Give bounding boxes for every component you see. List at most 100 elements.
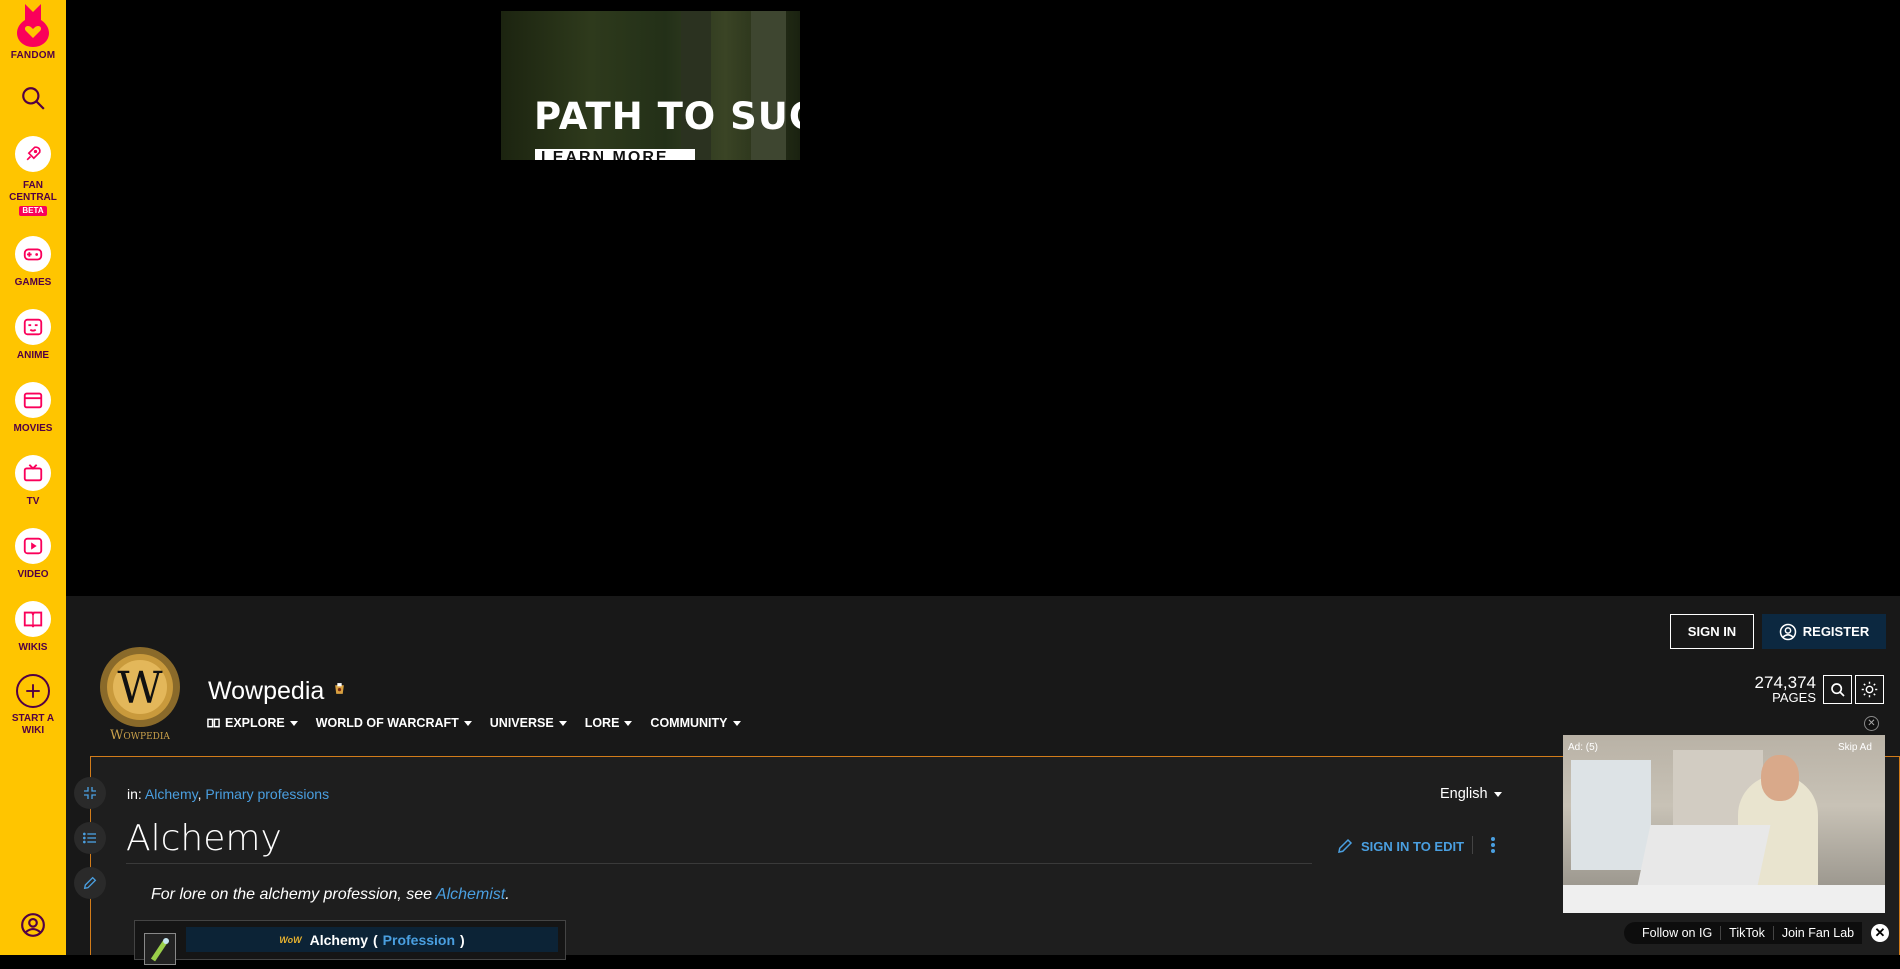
- infobox-header: WoW Alchemy ( Profession): [186, 927, 558, 952]
- nav-explore[interactable]: EXPLORE: [207, 716, 298, 730]
- rail-label: WIKIS: [18, 642, 48, 653]
- sun-icon: [1861, 681, 1878, 698]
- edit-label: SIGN IN TO EDIT: [1361, 838, 1465, 854]
- table-of-contents-button[interactable]: [74, 822, 106, 854]
- rail-item-fan-central[interactable]: FAN CENTRAL BETA: [0, 136, 66, 216]
- social-link-ig[interactable]: Follow on IG: [1634, 926, 1722, 940]
- nav-label: COMMUNITY: [650, 716, 728, 730]
- user-account-button[interactable]: [20, 912, 46, 943]
- top-banner-ad[interactable]: PATH TO SUCC LEARN MORE: [501, 11, 800, 160]
- fandom-heart-icon: [17, 4, 49, 47]
- ad-cta[interactable]: LEARN MORE: [535, 149, 695, 160]
- wow-badge: WoW: [279, 934, 302, 945]
- theme-toggle-button[interactable]: [1855, 675, 1884, 704]
- rail-item-wikis[interactable]: WIKIS: [15, 601, 51, 654]
- list-icon: [83, 832, 96, 844]
- nav-label: UNIVERSE: [489, 716, 554, 730]
- nav-community[interactable]: COMMUNITY: [650, 716, 741, 730]
- ad-headline: PATH TO SUCC: [534, 95, 800, 138]
- chevron-down-icon: [289, 720, 298, 726]
- close-social-bar-button[interactable]: ✕: [1871, 924, 1889, 942]
- rail-label: ANIME: [16, 350, 50, 361]
- rail-item-games[interactable]: GAMES: [14, 236, 52, 289]
- user-circle-icon: [1779, 623, 1797, 640]
- categories-prefix: in:: [127, 786, 142, 802]
- clapperboard-icon: [23, 392, 43, 409]
- infobox-title: Alchemy: [309, 931, 368, 948]
- social-link-fan-lab[interactable]: Join Fan Lab: [1774, 926, 1862, 940]
- language-selector[interactable]: English: [1440, 786, 1502, 802]
- close-ad-button[interactable]: ✕: [1864, 716, 1879, 731]
- chevron-down-icon: [624, 720, 633, 726]
- anime-face-icon: [23, 318, 43, 336]
- beta-badge: BETA: [19, 206, 47, 216]
- infobox-type-open: (: [372, 931, 378, 948]
- collapse-icon: [84, 787, 96, 799]
- gamepad-icon: [23, 248, 43, 261]
- ad-scene: [1571, 760, 1651, 870]
- rail-item-video[interactable]: VIDEO: [15, 528, 51, 581]
- social-link-tiktok[interactable]: TikTok: [1721, 926, 1774, 940]
- skip-ad-button[interactable]: Skip Ad: [1838, 742, 1872, 753]
- nav-label: LORE: [584, 716, 620, 730]
- register-label: REGISTER: [1802, 624, 1870, 639]
- chevron-down-icon: [463, 720, 472, 726]
- rail-label: GAMES: [14, 277, 52, 288]
- collapse-button[interactable]: [74, 777, 106, 809]
- rocket-icon: [26, 146, 41, 161]
- wiki-name[interactable]: Wowpedia: [208, 677, 324, 706]
- svg-text:W: W: [117, 663, 163, 714]
- infobox-type-close: ): [460, 931, 465, 948]
- edit-side-button[interactable]: [74, 867, 106, 899]
- chevron-down-icon: [1493, 791, 1502, 797]
- more-actions-button[interactable]: [1490, 836, 1496, 859]
- rail-item-start-wiki[interactable]: START A WIKI: [8, 674, 58, 737]
- pencil-icon: [1338, 838, 1353, 853]
- hatnote-text: For lore on the alchemy profession, see: [151, 886, 433, 903]
- pencil-icon: [83, 876, 97, 890]
- rail-search-button[interactable]: [20, 85, 46, 116]
- rail-item-anime[interactable]: ANIME: [15, 309, 51, 362]
- register-button[interactable]: REGISTER: [1762, 614, 1886, 649]
- rail-item-tv[interactable]: TV: [15, 455, 51, 508]
- nav-label: WORLD OF WARCRAFT: [315, 716, 459, 730]
- wiki-badge-icon: [333, 682, 346, 698]
- page-title: Alchemy: [126, 818, 282, 859]
- language-label: English: [1440, 786, 1488, 802]
- alchemy-icon: [144, 933, 176, 965]
- wiki-logo[interactable]: W Wowpedia: [97, 645, 183, 745]
- user-icon: [21, 913, 45, 937]
- category-list: in: Alchemy, Primary professions: [127, 786, 330, 802]
- nav-world-of-warcraft[interactable]: WORLD OF WARCRAFT: [316, 716, 472, 730]
- rail-label: FAN CENTRAL: [9, 180, 57, 203]
- sign-in-to-edit-button[interactable]: SIGN IN TO EDIT: [1336, 837, 1464, 855]
- infobox-type-link[interactable]: Profession: [383, 932, 455, 948]
- rail-label: VIDEO: [17, 569, 49, 580]
- rail-item-movies[interactable]: MOVIES: [14, 382, 52, 435]
- explore-icon: [207, 718, 220, 728]
- page-count: 274,374 PAGES: [1748, 674, 1816, 705]
- nav-universe[interactable]: UNIVERSE: [490, 716, 567, 730]
- chevron-down-icon: [558, 720, 567, 726]
- page-count-label: PAGES: [1772, 690, 1816, 705]
- ad-scene: [1563, 885, 1885, 913]
- ad-scene: [1761, 755, 1799, 801]
- category-link[interactable]: Alchemy: [145, 786, 198, 802]
- rail-label: TV: [26, 496, 40, 507]
- wiki-search-button[interactable]: [1823, 675, 1852, 704]
- hatnote-link[interactable]: Alchemist: [436, 886, 505, 903]
- search-icon: [22, 87, 45, 110]
- plus-icon: [26, 684, 40, 698]
- fandom-logo[interactable]: FANDOM: [11, 2, 56, 61]
- rail-label: START A WIKI: [11, 713, 55, 736]
- wiki-logo-text: Wowpedia: [110, 728, 170, 743]
- nav-lore[interactable]: LORE: [585, 716, 633, 730]
- chevron-down-icon: [732, 720, 741, 726]
- page-count-number: 274,374: [1754, 673, 1816, 692]
- category-link[interactable]: Primary professions: [205, 786, 329, 802]
- infobox: WoW Alchemy ( Profession): [134, 920, 566, 965]
- video-ad[interactable]: [1563, 735, 1885, 913]
- sign-in-button[interactable]: SIGN IN: [1670, 614, 1754, 649]
- book-icon: [23, 611, 43, 628]
- kebab-menu-icon: [1491, 837, 1495, 853]
